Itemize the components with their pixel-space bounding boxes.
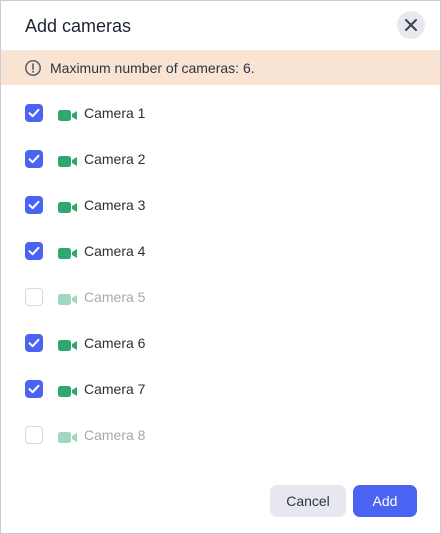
camera-label: Camera 4: [84, 243, 146, 259]
camera-label: Camera 3: [84, 197, 146, 213]
camera-checkbox[interactable]: [25, 380, 43, 398]
close-icon: [405, 19, 417, 31]
camera-label: Camera 5: [84, 289, 146, 305]
camera-checkbox[interactable]: [25, 242, 43, 260]
camera-label: Camera 7: [84, 381, 146, 397]
max-cameras-notice: Maximum number of cameras: 6.: [1, 50, 440, 85]
checkmark-icon: [28, 338, 40, 348]
camera-label: Camera 8: [84, 427, 146, 443]
notice-text: Maximum number of cameras: 6.: [50, 60, 255, 76]
dialog-title: Add cameras: [25, 16, 132, 36]
checkmark-icon: [28, 154, 40, 164]
camera-row[interactable]: Camera 7: [1, 367, 440, 413]
add-cameras-dialog: Add cameras Maximum number of cameras: 6…: [0, 0, 441, 534]
camera-checkbox[interactable]: [25, 334, 43, 352]
camera-row[interactable]: Camera 6: [1, 321, 440, 367]
camera-label: Camera 6: [84, 335, 146, 351]
camera-row[interactable]: Camera 1: [1, 91, 440, 137]
dialog-header: Add cameras: [1, 1, 440, 50]
video-camera-icon: [58, 338, 78, 351]
camera-checkbox[interactable]: [25, 196, 43, 214]
camera-checkbox[interactable]: [25, 150, 43, 168]
camera-checkbox: [25, 426, 43, 444]
video-camera-icon: [58, 200, 78, 213]
video-camera-icon: [58, 430, 78, 443]
checkmark-icon: [28, 108, 40, 118]
camera-row: Camera 5: [1, 275, 440, 321]
camera-label: Camera 1: [84, 105, 146, 121]
info-circle-icon: [25, 60, 41, 76]
camera-row[interactable]: Camera 3: [1, 183, 440, 229]
camera-label: Camera 2: [84, 151, 146, 167]
add-button[interactable]: Add: [353, 485, 417, 517]
checkmark-icon: [28, 384, 40, 394]
video-camera-icon: [58, 246, 78, 259]
video-camera-icon: [58, 154, 78, 167]
camera-row[interactable]: Camera 4: [1, 229, 440, 275]
video-camera-icon: [58, 292, 78, 305]
camera-checkbox: [25, 288, 43, 306]
checkmark-icon: [28, 246, 40, 256]
camera-list: Camera 1 Camera 2 Camera 3 Camera 4 Camera 5…: [1, 91, 440, 459]
cancel-button[interactable]: Cancel: [270, 485, 346, 517]
camera-row: Camera 8: [1, 413, 440, 459]
camera-checkbox[interactable]: [25, 104, 43, 122]
video-camera-icon: [58, 108, 78, 121]
camera-row[interactable]: Camera 2: [1, 137, 440, 183]
video-camera-icon: [58, 384, 78, 397]
checkmark-icon: [28, 200, 40, 210]
close-button[interactable]: [397, 11, 425, 39]
